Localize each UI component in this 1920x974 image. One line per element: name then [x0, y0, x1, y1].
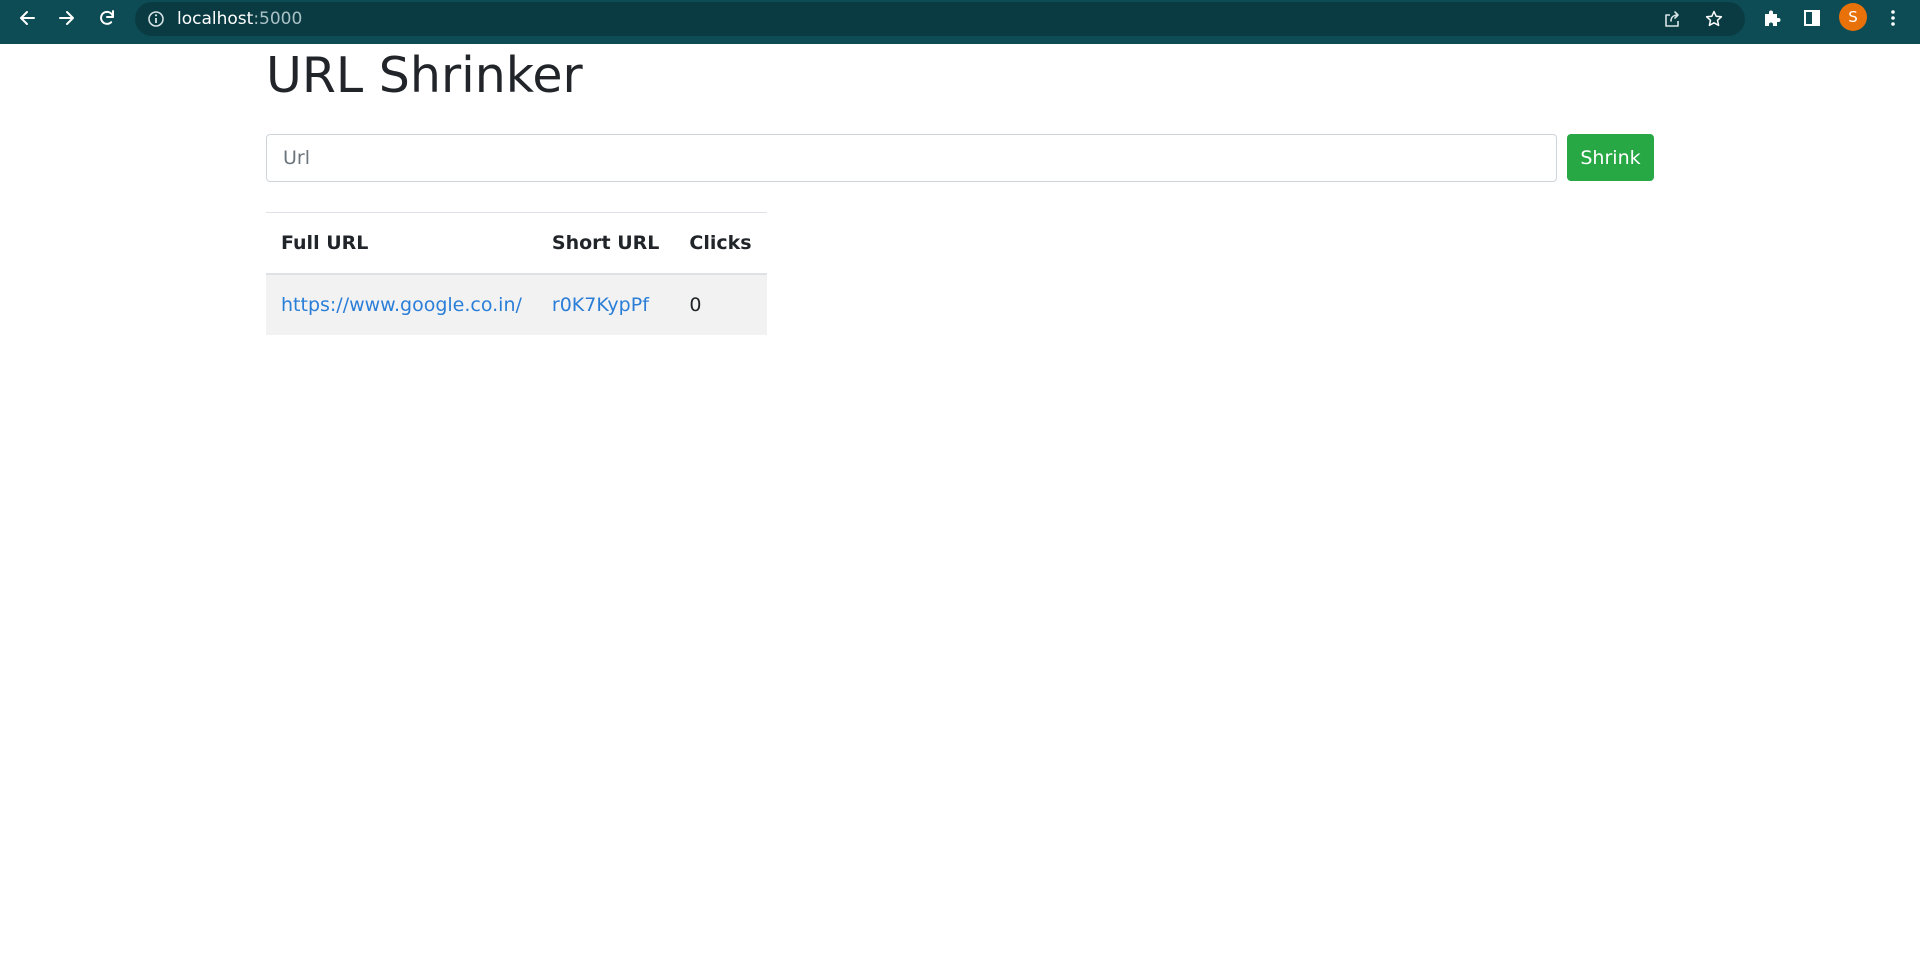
- table-body: https://www.google.co.in/ r0K7KypPf 0: [266, 274, 767, 335]
- kebab-menu-icon: [1891, 10, 1895, 26]
- forward-button[interactable]: [49, 0, 85, 36]
- address-bar[interactable]: localhost:5000: [135, 2, 1745, 36]
- side-panel-icon: [1804, 10, 1820, 26]
- side-panel-button[interactable]: [1794, 0, 1830, 36]
- arrow-right-icon: [59, 11, 74, 25]
- extensions-button[interactable]: [1754, 0, 1790, 36]
- url-host: localhost: [177, 9, 254, 29]
- urls-table: Full URL Short URL Clicks https://www.go…: [266, 212, 767, 335]
- table-header-row: Full URL Short URL Clicks: [266, 212, 767, 275]
- browser-menu-button[interactable]: [1875, 0, 1911, 36]
- back-button[interactable]: [9, 0, 45, 36]
- short-url-cell: r0K7KypPf: [537, 274, 675, 335]
- clicks-cell: 0: [689, 294, 702, 316]
- column-header-short-url: Short URL: [536, 212, 675, 275]
- short-url-link[interactable]: r0K7KypPf: [552, 294, 649, 316]
- table-header: Full URL Short URL Clicks: [266, 212, 767, 275]
- arrow-left-icon: [20, 11, 35, 25]
- browser-toolbar: localhost:5000 S: [0, 0, 1920, 44]
- reload-icon: [100, 10, 114, 25]
- column-header-full-url: Full URL: [266, 212, 537, 275]
- column-header-clicks: Clicks: [674, 212, 767, 275]
- full-url-link[interactable]: https://www.google.co.in/: [281, 294, 522, 316]
- info-icon[interactable]: [147, 10, 165, 28]
- url-port: :5000: [253, 9, 303, 29]
- shrink-button[interactable]: Shrink: [1567, 134, 1654, 181]
- share-icon[interactable]: [1662, 9, 1682, 29]
- reload-button[interactable]: [89, 0, 125, 36]
- page-title: URL Shrinker: [266, 47, 583, 104]
- url-input[interactable]: [266, 134, 1557, 182]
- puzzle-icon: [1765, 10, 1781, 26]
- address-text[interactable]: localhost:5000: [177, 2, 302, 36]
- profile-avatar[interactable]: S: [1839, 3, 1867, 31]
- star-icon[interactable]: [1704, 9, 1724, 29]
- table-row: https://www.google.co.in/ r0K7KypPf 0: [266, 274, 767, 335]
- full-url-cell: https://www.google.co.in/: [266, 274, 537, 335]
